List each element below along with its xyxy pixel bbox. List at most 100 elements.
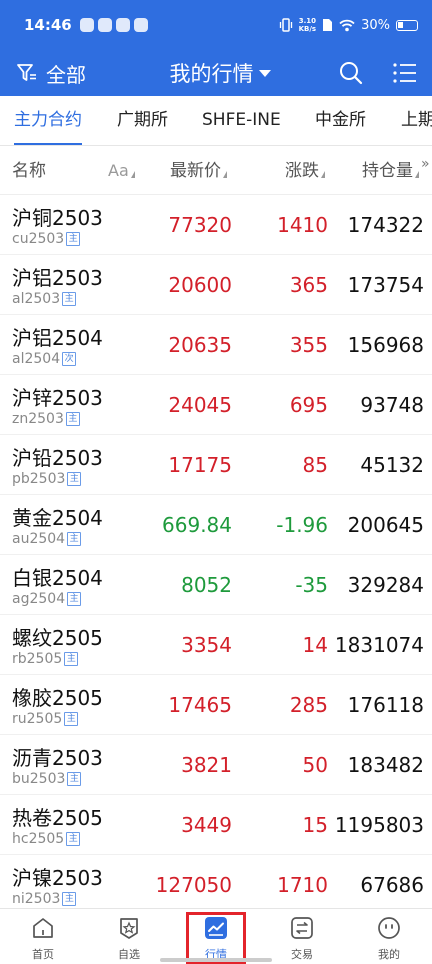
- contract-tag: 主: [62, 292, 77, 306]
- nav-watchlist[interactable]: 自选: [86, 909, 172, 964]
- open-interest: 1831074: [334, 633, 424, 657]
- contract-code-text: zn2503: [12, 411, 64, 427]
- last-price: 20635: [168, 333, 232, 357]
- quote-row[interactable]: 沪锌2503 zn2503 主 24045 695 93748: [0, 375, 432, 435]
- search-icon[interactable]: [338, 60, 364, 86]
- contract-tag: 次: [62, 352, 77, 366]
- font-size-toggle[interactable]: Aa: [108, 147, 135, 195]
- network-speed-value: 3.10: [298, 17, 316, 25]
- nav-profile[interactable]: 我的: [346, 909, 432, 964]
- chevron-down-icon: [258, 69, 271, 77]
- contract-tag: 主: [64, 712, 79, 726]
- last-price: 3821: [181, 753, 232, 777]
- battery-percent: 30%: [361, 17, 390, 33]
- contract-name: 热卷2505: [12, 806, 103, 830]
- nav-trade[interactable]: 交易: [259, 909, 345, 964]
- filter-label: 全部: [46, 62, 86, 87]
- quote-row[interactable]: 沪铝2504 al2504 次 20635 355 156968: [0, 315, 432, 375]
- quote-row[interactable]: 沪铜2503 cu2503 主 77320 1410 174322: [0, 195, 432, 255]
- contract-code: al2503 主: [12, 291, 77, 307]
- exchange-icon: [291, 917, 313, 939]
- page-title: 我的行情: [169, 62, 254, 86]
- quote-row[interactable]: 螺纹2505 rb2505 主 3354 14 1831074: [0, 615, 432, 675]
- filter-button[interactable]: 全部: [16, 59, 86, 88]
- tab-cffex[interactable]: 中金所: [315, 96, 366, 145]
- quote-row[interactable]: 沪铅2503 pb2503 主 17175 85 45132: [0, 435, 432, 495]
- contract-code: cu2503 主: [12, 231, 81, 247]
- contract-name: 螺纹2505: [12, 626, 103, 650]
- column-price[interactable]: 最新价: [170, 147, 227, 195]
- contract-code-text: al2503: [12, 291, 61, 307]
- contract-tag: 主: [62, 892, 77, 906]
- network-speed: 3.10 KB/s: [299, 17, 316, 33]
- notification-icons: [79, 18, 148, 32]
- sort-icon: [130, 170, 135, 178]
- gesture-bar[interactable]: [160, 958, 272, 962]
- contract-code: bu2503 主: [12, 771, 82, 787]
- column-name: 名称: [12, 147, 46, 195]
- quote-row[interactable]: 沥青2503 bu2503 主 3821 50 183482: [0, 735, 432, 795]
- vibrate-icon: [279, 18, 292, 32]
- contract-code-text: hc2505: [12, 831, 65, 847]
- price-change: 1710: [277, 873, 328, 897]
- contract-name: 沪锌2503: [12, 386, 103, 410]
- contract-tag: 主: [66, 232, 81, 246]
- chevron-right-double-icon: »: [421, 156, 430, 172]
- tab-shfe[interactable]: 上期: [401, 96, 432, 145]
- nav-home-label: 首页: [32, 948, 54, 961]
- quote-row[interactable]: 沪铝2503 al2503 主 20600 365 173754: [0, 255, 432, 315]
- tab-gfex[interactable]: 广期所: [117, 96, 168, 145]
- price-change: -1.96: [276, 513, 328, 537]
- last-price: 20600: [168, 273, 232, 297]
- price-change: -35: [295, 573, 328, 597]
- column-name-label: 名称: [12, 161, 46, 181]
- screen: 14:46 3.10 KB/s 30% 全部 我的行情 主力合约 广期所 SHF…: [0, 0, 432, 964]
- open-interest: 174322: [347, 213, 424, 237]
- contract-name: 沪铅2503: [12, 446, 103, 470]
- quote-row[interactable]: 黄金2504 au2504 主 669.84 -1.96 200645: [0, 495, 432, 555]
- contract-code: rb2505 主: [12, 651, 79, 667]
- status-right: 3.10 KB/s 30%: [279, 17, 418, 33]
- column-price-label: 最新价: [170, 161, 221, 181]
- open-interest: 200645: [347, 513, 424, 537]
- contract-tag: 主: [66, 832, 81, 846]
- tab-shfe-ine[interactable]: SHFE-INE: [202, 96, 281, 145]
- quote-row[interactable]: 热卷2505 hc2505 主 3449 15 1195803: [0, 795, 432, 855]
- contract-name: 白银2504: [12, 566, 103, 590]
- last-price: 8052: [181, 573, 232, 597]
- contract-code: pb2503 主: [12, 471, 82, 487]
- app-notification-icon: [97, 18, 112, 32]
- contract-code-text: pb2503: [12, 471, 66, 487]
- open-interest: 156968: [347, 333, 424, 357]
- nav-home[interactable]: 首页: [0, 909, 86, 964]
- contract-code-text: ru2505: [12, 711, 63, 727]
- open-interest: 176118: [347, 693, 424, 717]
- market-title-dropdown[interactable]: 我的行情: [150, 50, 290, 96]
- quote-row[interactable]: 白银2504 ag2504 主 8052 -35 329284: [0, 555, 432, 615]
- menu-list-icon[interactable]: [392, 61, 418, 85]
- app-header: 全部 我的行情: [0, 50, 432, 96]
- contract-tag: 主: [67, 592, 82, 606]
- app-notification-icon: [115, 18, 130, 32]
- quote-row[interactable]: 沪镍2503 ni2503 主 127050 1710 67686: [0, 855, 432, 915]
- column-change-label: 涨跌: [285, 161, 319, 181]
- last-price: 77320: [168, 213, 232, 237]
- wifi-icon: [339, 19, 355, 31]
- app-notification-icon: [133, 18, 148, 32]
- contract-name: 黄金2504: [12, 506, 103, 530]
- contract-name: 橡胶2505: [12, 686, 103, 710]
- contract-name: 沪铝2503: [12, 266, 103, 290]
- nav-market[interactable]: 行情: [173, 909, 259, 964]
- contract-code-text: au2504: [12, 531, 66, 547]
- quote-row[interactable]: 橡胶2505 ru2505 主 17465 285 176118: [0, 675, 432, 735]
- price-change: 85: [302, 453, 328, 477]
- contract-code: ru2505 主: [12, 711, 79, 727]
- column-change[interactable]: 涨跌: [285, 147, 325, 195]
- price-change: 365: [289, 273, 328, 297]
- tab-main-contracts[interactable]: 主力合约: [14, 96, 82, 145]
- column-open-interest[interactable]: 持仓量 »: [362, 147, 430, 195]
- last-price: 3449: [181, 813, 232, 837]
- profile-icon: [378, 917, 400, 939]
- contract-tag: 主: [64, 652, 79, 666]
- contract-tag: 主: [67, 532, 82, 546]
